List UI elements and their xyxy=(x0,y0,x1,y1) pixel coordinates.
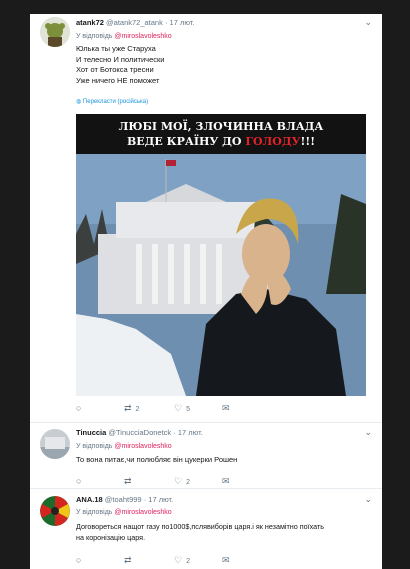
tweet-3[interactable]: ANA.18 @toaht999 · 17 лют. ⌄ У відповідь… xyxy=(30,493,382,569)
timestamp[interactable]: 17 лют. xyxy=(170,18,195,27)
banner-line-2-highlight: ГОЛОДУ xyxy=(245,135,301,148)
tweet-2[interactable]: Tinuccia @TinucciaDonetck · 17 лют. ⌄ У … xyxy=(30,426,382,496)
timestamp[interactable]: 17 лют. xyxy=(148,495,173,504)
heart-icon: ♡ xyxy=(174,555,183,565)
tweet-text-line: И телесно И политически xyxy=(76,54,165,64)
dm-button[interactable]: ✉ xyxy=(222,476,230,487)
avatar[interactable] xyxy=(40,496,70,526)
tweet-text-line: Юлька ты уже Старуха xyxy=(76,44,156,53)
reply-icon: ○ xyxy=(76,555,82,565)
tweet-header: ANA.18 @toaht999 · 17 лют. xyxy=(76,495,173,505)
translate-label: Перекласти (російська) xyxy=(82,99,149,105)
like-button[interactable]: ♡ 2 xyxy=(174,476,190,487)
avatar[interactable] xyxy=(40,429,70,459)
reply-button[interactable]: ○ xyxy=(76,403,85,413)
reply-context: У відповідь @miroslavoleshko xyxy=(76,442,172,451)
retweet-button[interactable]: ⇄ xyxy=(124,476,132,487)
dm-button[interactable]: ✉ xyxy=(222,555,230,566)
chevron-down-icon[interactable]: ⌄ xyxy=(364,427,372,438)
tweet-text: То вона питає,чи полюбляє він цукерки Ро… xyxy=(76,455,237,466)
tweet-text: Договореться нащот газу по1000$,пслявибо… xyxy=(76,522,324,543)
reply-prefix: У відповідь xyxy=(76,443,113,450)
avatar[interactable] xyxy=(40,17,70,47)
tweet-1[interactable]: atank72 @atank72_atank · 17 лют. ⌄ У від… xyxy=(30,14,382,419)
envelope-icon: ✉ xyxy=(222,555,230,565)
tweet-text: Юлька ты уже Старуха И телесно И политич… xyxy=(76,44,164,86)
like-button[interactable]: ♡ 2 xyxy=(174,555,190,566)
timeline-panel: atank72 @atank72_atank · 17 лют. ⌄ У від… xyxy=(30,14,382,569)
reply-button[interactable]: ○ xyxy=(76,555,81,565)
reply-mention-link[interactable]: @miroslavoleshko xyxy=(114,509,171,516)
retweet-icon: ⇄ xyxy=(124,476,132,486)
divider xyxy=(30,488,382,489)
reply-context: У відповідь @miroslavoleshko xyxy=(76,32,172,41)
author-handle[interactable]: @TinucciaDonetck xyxy=(108,428,171,437)
reply-icon: ○ xyxy=(76,403,82,413)
tweet-header: Tinuccia @TinucciaDonetck · 17 лют. xyxy=(76,428,203,438)
timestamp[interactable]: 17 лют. xyxy=(178,428,203,437)
author-handle[interactable]: @atank72_atank xyxy=(106,18,163,27)
globe-icon: ◍ xyxy=(76,99,82,105)
image-banner: ЛЮБІ МОЇ, ЗЛОЧИННА ВЛАДА ВЕДЕ КРАЇНУ ДО … xyxy=(76,114,366,154)
reply-icon: ○ xyxy=(76,476,82,486)
reply-prefix: У відповідь xyxy=(76,33,113,40)
heart-icon: ♡ xyxy=(174,476,183,486)
tweet-image[interactable]: ЛЮБІ МОЇ, ЗЛОЧИННА ВЛАДА ВЕДЕ КРАЇНУ ДО … xyxy=(76,114,366,396)
author-name[interactable]: ANA.18 xyxy=(76,495,103,504)
reply-prefix: У відповідь xyxy=(76,509,113,516)
page: { "tweets": [ { "name": "atank72", "hand… xyxy=(0,0,410,569)
retweet-button[interactable]: ⇄ xyxy=(124,555,132,566)
envelope-icon: ✉ xyxy=(222,403,230,413)
tweet-header: atank72 @atank72_atank · 17 лют. xyxy=(76,18,195,28)
translate-link[interactable]: ◍ Перекласти (російська) xyxy=(76,98,148,105)
retweet-icon: ⇄ xyxy=(124,403,132,413)
author-name[interactable]: Tinuccia xyxy=(76,428,106,437)
separator-dot: · xyxy=(164,18,168,27)
tweet-text-line: на коронізацію царя. xyxy=(76,532,146,542)
tweet-text-line: Уже ничего НЕ поможет xyxy=(76,75,160,85)
like-count: 2 xyxy=(186,558,190,565)
envelope-icon: ✉ xyxy=(222,476,230,486)
reply-button[interactable]: ○ xyxy=(76,476,81,486)
author-handle[interactable]: @toaht999 xyxy=(105,495,142,504)
tweet-text-line: То вона питає,чи полюбляє він цукерки Ро… xyxy=(76,455,238,464)
like-count: 5 xyxy=(186,406,190,413)
photo-scene xyxy=(76,114,366,396)
author-name[interactable]: atank72 xyxy=(76,18,104,27)
separator-dot: · xyxy=(143,495,147,504)
retweet-button[interactable]: ⇄ 2 xyxy=(124,403,139,414)
divider xyxy=(30,422,382,423)
chevron-down-icon[interactable]: ⌄ xyxy=(364,494,372,505)
reply-context: У відповідь @miroslavoleshko xyxy=(76,508,172,517)
reply-mention-link[interactable]: @miroslavoleshko xyxy=(114,33,171,40)
chevron-down-icon[interactable]: ⌄ xyxy=(364,17,372,28)
separator-dot: · xyxy=(173,428,176,437)
tweet-text-line: Хот от Ботокса тресни xyxy=(76,65,154,74)
retweet-count: 2 xyxy=(135,406,140,413)
banner-line-2-prefix: ВЕДЕ КРАЇНУ ДО xyxy=(126,135,246,148)
tweet-text-line: Договореться нащот газу по1000$,пслявибо… xyxy=(76,522,325,531)
reply-mention-link[interactable]: @miroslavoleshko xyxy=(114,443,171,450)
dm-button[interactable]: ✉ xyxy=(222,403,230,414)
banner-line-2: ВЕДЕ КРАЇНУ ДО ГОЛОДУ!!! xyxy=(76,134,366,149)
like-button[interactable]: ♡ 5 xyxy=(174,403,190,414)
banner-line-2-suffix: !!! xyxy=(300,135,316,148)
heart-icon: ♡ xyxy=(174,403,183,413)
like-count: 2 xyxy=(186,479,190,486)
banner-line-1: ЛЮБІ МОЇ, ЗЛОЧИННА ВЛАДА xyxy=(118,120,324,133)
retweet-icon: ⇄ xyxy=(124,555,132,565)
